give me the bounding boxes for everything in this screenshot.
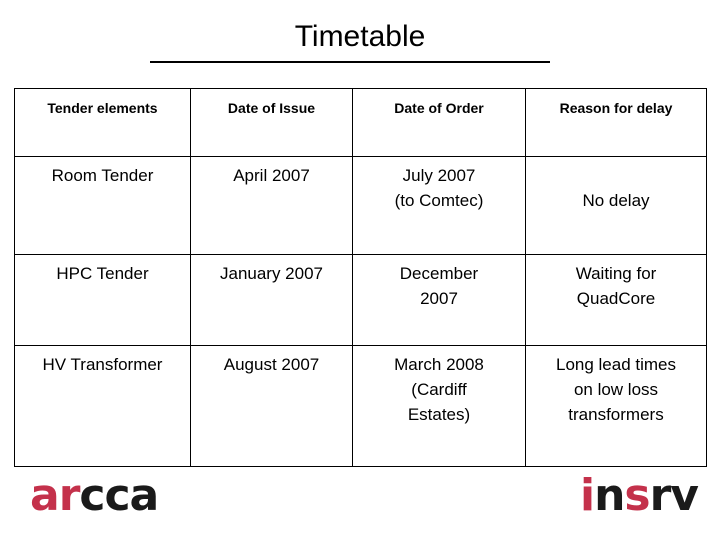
cell-line: Long lead times bbox=[555, 355, 677, 374]
column-header-date-of-issue: Date of Issue bbox=[190, 88, 353, 157]
cell-tender-element: HV Transformer bbox=[14, 345, 191, 467]
cell-reason-for-delay: No delay bbox=[525, 156, 707, 255]
cell-line: (Cardiff bbox=[411, 380, 467, 399]
cell-line: Waiting for bbox=[575, 264, 657, 283]
cell-line: 2007 bbox=[420, 289, 458, 308]
cell-line: March 2008 bbox=[394, 355, 484, 374]
insrv-logo-black-text-2: rv bbox=[649, 470, 699, 521]
cell-reason-for-delay: Waiting for QuadCore bbox=[525, 254, 707, 346]
column-header-reason-for-delay: Reason for delay bbox=[525, 88, 707, 157]
cell-date-of-issue: August 2007 bbox=[190, 345, 353, 467]
arcca-logo: arcca bbox=[30, 474, 159, 518]
table-row: Room Tender April 2007 July 2007 (to Com… bbox=[14, 156, 707, 255]
cell-line: No delay bbox=[582, 191, 650, 210]
insrv-logo-red-text-2: s bbox=[624, 470, 650, 521]
cell-tender-element: Room Tender bbox=[14, 156, 191, 255]
timetable: Tender elements Date of Issue Date of Or… bbox=[14, 88, 707, 467]
cell-line: Estates) bbox=[407, 405, 471, 424]
cell-tender-element: HPC Tender bbox=[14, 254, 191, 346]
cell-reason-for-delay: Long lead times on low loss transformers bbox=[525, 345, 707, 467]
cell-date-of-order: March 2008 (Cardiff Estates) bbox=[352, 345, 526, 467]
insrv-logo-black-text-1: n bbox=[594, 470, 625, 521]
cell-date-of-issue: January 2007 bbox=[190, 254, 353, 346]
table-header-row: Tender elements Date of Issue Date of Or… bbox=[14, 88, 707, 157]
insrv-logo-red-text-1: i bbox=[579, 470, 595, 521]
cell-date-of-order: July 2007 (to Comtec) bbox=[352, 156, 526, 255]
cell-line: (to Comtec) bbox=[394, 191, 484, 210]
page-title: Timetable bbox=[294, 20, 426, 53]
title-underline-rule bbox=[150, 61, 550, 63]
cell-date-of-order: December 2007 bbox=[352, 254, 526, 346]
cell-line: QuadCore bbox=[576, 289, 656, 308]
column-header-date-of-order: Date of Order bbox=[352, 88, 526, 157]
table-row: HV Transformer August 2007 March 2008 (C… bbox=[14, 345, 707, 467]
table-row: HPC Tender January 2007 December 2007 Wa… bbox=[14, 254, 707, 346]
insrv-logo: insrv bbox=[580, 474, 699, 518]
arcca-logo-red-text: ar bbox=[30, 470, 80, 521]
cell-date-of-issue: April 2007 bbox=[190, 156, 353, 255]
cell-line: December bbox=[399, 264, 479, 283]
arcca-logo-black-text: cca bbox=[79, 470, 159, 521]
cell-line: on low loss bbox=[573, 380, 659, 399]
cell-line: transformers bbox=[568, 405, 664, 424]
cell-line: July 2007 bbox=[402, 166, 476, 185]
column-header-tender-elements: Tender elements bbox=[14, 88, 191, 157]
